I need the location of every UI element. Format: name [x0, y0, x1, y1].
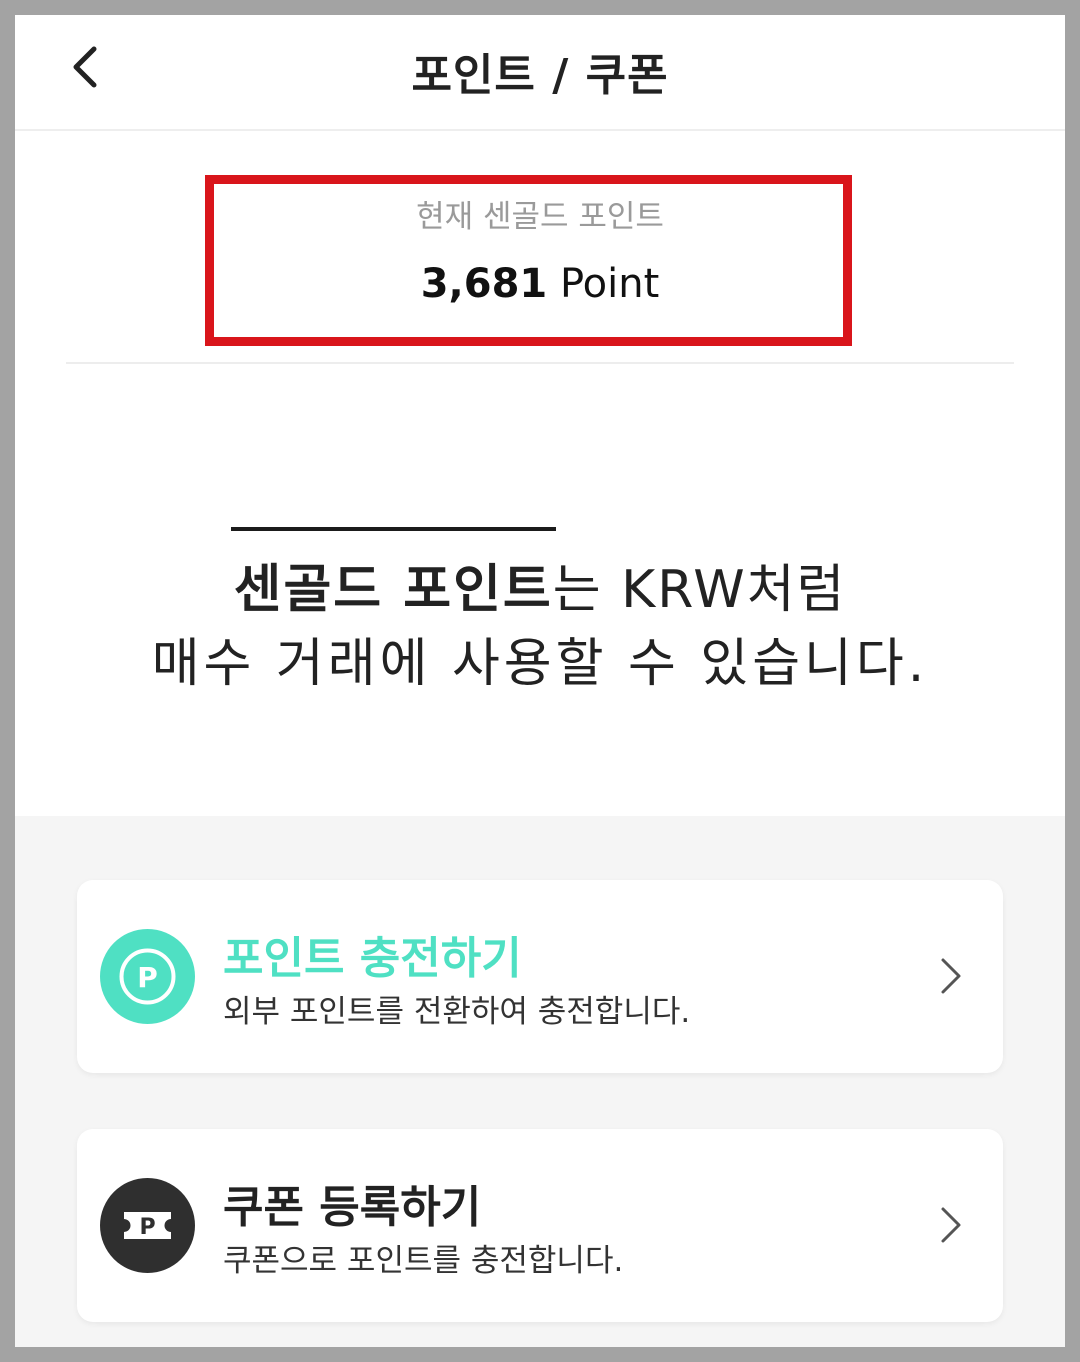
- coupon-ticket-icon: P: [100, 1178, 195, 1273]
- points-unit: Point: [559, 261, 660, 307]
- headline-line-2: 매수 거래에 사용할 수 있습니다.: [151, 634, 929, 694]
- point-coin-letter: P: [137, 961, 158, 994]
- headline-line-1: 센골드 포인트는 KRW처럼: [15, 547, 1065, 622]
- point-coin-icon: P: [100, 929, 195, 1024]
- charge-points-desc: 외부 포인트를 전환하여 충전합니다.: [223, 994, 691, 1030]
- chevron-right-icon: [941, 958, 961, 994]
- divider: [66, 362, 1014, 364]
- header: 포인트 / 쿠폰: [15, 15, 1065, 131]
- coupon-ticket-letter: P: [139, 1215, 155, 1240]
- register-coupon-card[interactable]: P 쿠폰 등록하기 쿠폰으로 포인트를 충전합니다.: [77, 1129, 1003, 1322]
- points-number: 3,681: [420, 261, 548, 307]
- headline-line-1-rest: 는 KRW처럼: [552, 560, 847, 620]
- current-points-value: 3,681 Point: [15, 261, 1065, 307]
- chevron-right-icon: [941, 1207, 961, 1243]
- charge-points-title: 포인트 충전하기: [223, 933, 522, 984]
- headline-accent-bar: [231, 527, 556, 531]
- charge-points-card[interactable]: P 포인트 충전하기 외부 포인트를 전환하여 충전합니다.: [77, 880, 1003, 1073]
- current-points-label: 현재 센골드 포인트: [416, 199, 664, 235]
- headline-strong: 센골드 포인트: [233, 560, 553, 620]
- register-coupon-desc: 쿠폰으로 포인트를 충전합니다.: [223, 1243, 624, 1279]
- points-coupon-screen: 포인트 / 쿠폰 현재 센골드 포인트 3,681 Point 센골드 포인트는…: [15, 15, 1065, 1347]
- register-coupon-title: 쿠폰 등록하기: [223, 1182, 482, 1233]
- page-title: 포인트 / 쿠폰: [411, 50, 669, 101]
